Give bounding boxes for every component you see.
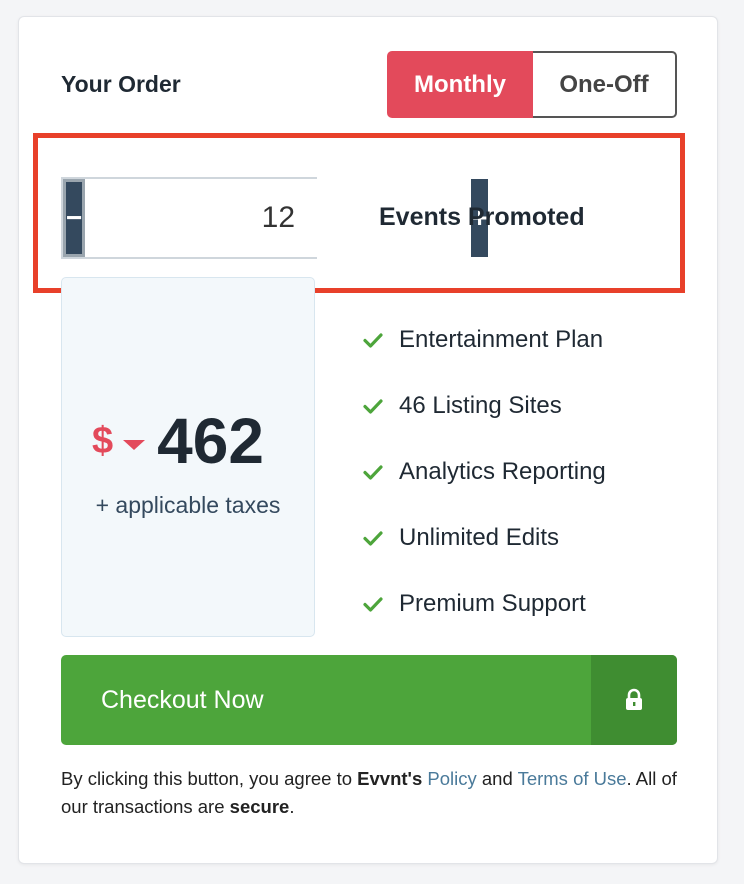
feature-item: Entertainment Plan [361, 307, 606, 373]
checkout-button[interactable]: Checkout Now [61, 655, 677, 745]
checkout-label: Checkout Now [101, 685, 264, 714]
currency-dropdown-icon[interactable] [123, 440, 146, 450]
order-title: Your Order [61, 71, 181, 97]
feature-item: Premium Support [361, 571, 606, 637]
check-icon [363, 597, 383, 612]
feature-text: Analytics Reporting [399, 458, 606, 485]
one-off-button[interactable]: One-Off [533, 51, 677, 118]
monthly-button[interactable]: Monthly [387, 51, 533, 118]
feature-item: 46 Listing Sites [361, 373, 606, 439]
feature-list: Entertainment Plan 46 Listing Sites Anal… [361, 307, 606, 637]
events-stepper: − + [61, 177, 488, 259]
check-icon [363, 465, 383, 480]
order-card: Your Order Monthly One-Off − + Events Pr… [18, 16, 718, 864]
feature-text: Entertainment Plan [399, 326, 604, 353]
price-box: $ 462 + applicable taxes [61, 277, 315, 637]
feature-item: Analytics Reporting [361, 439, 606, 505]
check-icon [363, 531, 383, 546]
feature-text: Unlimited Edits [399, 524, 560, 551]
disclaimer-part: and [476, 768, 518, 789]
disclaimer-part: . [289, 796, 295, 817]
price-amount: 462 [157, 405, 264, 477]
disclaimer-part: By clicking this button, you agree to [61, 768, 358, 789]
taxes-note: + applicable taxes [95, 492, 281, 518]
feature-text: Premium Support [399, 590, 586, 617]
checkout-lock-area [591, 655, 677, 745]
brand-name: Evvnt's [357, 768, 423, 789]
feature-text: 46 Listing Sites [399, 392, 562, 419]
check-icon [363, 399, 383, 414]
secure-text: secure [229, 796, 290, 817]
billing-toggle: Monthly One-Off [387, 51, 677, 118]
check-icon [363, 333, 383, 348]
decrement-button[interactable]: − [63, 179, 86, 257]
disclaimer-text: By clicking this button, you agree to Ev… [61, 765, 686, 821]
currency-symbol: $ [92, 419, 114, 462]
feature-item: Unlimited Edits [361, 505, 606, 571]
price-row: $ 462 [92, 404, 264, 478]
policy-link[interactable]: Policy [427, 768, 476, 789]
terms-link[interactable]: Terms of Use [518, 768, 627, 789]
events-promoted-label: Events Promoted [379, 203, 585, 231]
lock-icon [626, 688, 642, 710]
